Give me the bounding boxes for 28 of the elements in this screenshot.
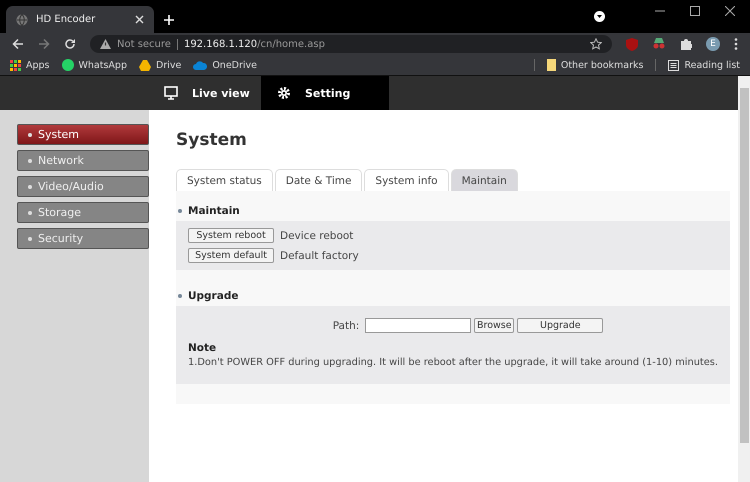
nav-tab[interactable]: Setting [261,76,389,110]
path-label: Path: [332,320,360,332]
bookmark[interactable]: Other bookmarks [546,59,644,71]
security-label: Not secure [117,38,171,50]
page-title: System [176,130,248,150]
tab[interactable]: System info [364,169,449,191]
bookmark[interactable]: Reading list [668,60,740,70]
tab[interactable]: Maintain [450,169,518,191]
action-button[interactable]: System default [188,248,274,263]
bookmark[interactable]: WhatsApp [62,59,127,71]
tab[interactable]: Date & Time [274,169,362,191]
action-description: Device reboot [280,230,354,242]
address-bar[interactable]: Not secure 192.168.1.120/cn/home.asp [90,35,612,53]
action-description: Default factory [280,250,359,262]
note-text: 1.Don't POWER OFF during upgrading. It will be reboot after the upgrade, it will take around (1-10) minutes. [188,357,718,368]
bookmark[interactable]: OneDrive [193,60,257,70]
nav-tab[interactable]: Live view [160,76,259,110]
action-button[interactable]: System reboot [188,228,274,243]
bookmark[interactable]: Drive [139,60,182,70]
section-heading: Maintain [176,205,730,217]
section-heading: Upgrade [176,290,730,302]
sidebar-item[interactable]: System [17,124,149,145]
url-text: 192.168.1.120/cn/home.asp [184,38,325,50]
browse-button[interactable]: Browse [474,318,514,333]
upgrade-button[interactable]: Upgrade [517,318,604,333]
note-title: Note [188,342,218,354]
bookmark[interactable]: Apps [10,60,50,70]
tab[interactable]: System status [176,169,273,191]
